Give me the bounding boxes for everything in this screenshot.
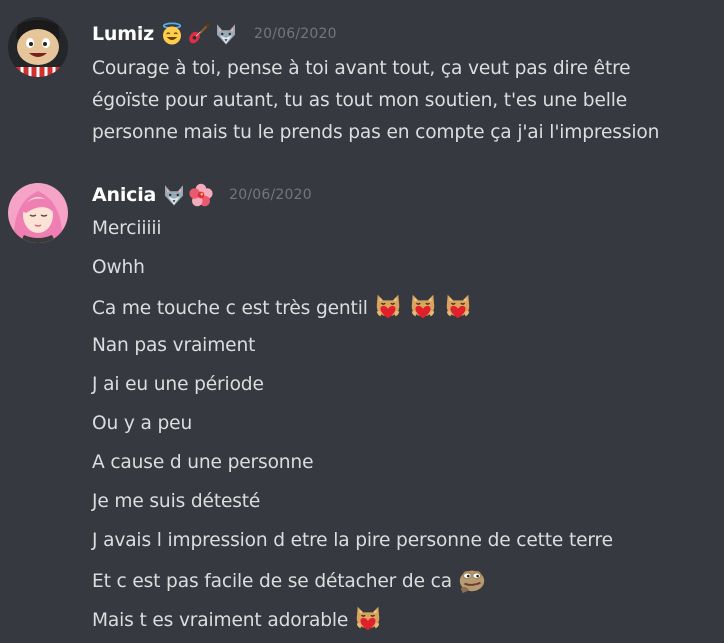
guitar-icon [187,22,211,46]
user-badges [160,22,238,46]
message-text: Ou y a peu [92,413,193,434]
cat-heart-emoji-icon [353,603,383,633]
message-text: Merciiiii [92,218,162,239]
cat-heart-emoji-icon [373,291,403,321]
user-badges [162,183,213,207]
message-text: Owhh [92,257,145,278]
message-header: Anicia 20/06/2020 [92,181,312,209]
message-text: J avais l impression d etre la pire pers… [92,530,613,551]
username[interactable]: Anicia [92,184,156,206]
hibiscus-icon [189,183,213,207]
pepe-frog-emoji-icon [457,564,487,594]
message-text: Mais t es vraiment adorable [92,603,383,637]
wolf-face-icon [162,183,186,207]
message-text: Ca me touche c est très gentil [92,291,473,325]
message-text: Nan pas vraiment [92,335,256,356]
smiling-face-with-halo-icon [160,22,184,46]
cat-heart-emoji-icon [443,291,473,321]
message-text: personne mais tu le prends pas en compte… [92,122,660,143]
avatar[interactable] [8,183,68,243]
message-text: Je me suis détesté [92,491,261,512]
cat-heart-emoji-icon [408,291,438,321]
message-text: Courage à toi, pense à toi avant tout, ç… [92,58,631,79]
timestamp[interactable]: 20/06/2020 [229,187,312,203]
wolf-face-icon [214,22,238,46]
message-text: égoïste pour autant, tu as tout mon sout… [92,90,628,111]
message-header: Lumiz 20/06/2020 [92,20,337,48]
message-text: A cause d une personne [92,452,314,473]
timestamp[interactable]: 20/06/2020 [254,26,337,42]
avatar[interactable] [8,17,68,77]
message-text: Et c est pas facile de se détacher de ca [92,564,487,598]
message-text: J ai eu une période [92,374,264,395]
username[interactable]: Lumiz [92,23,154,45]
